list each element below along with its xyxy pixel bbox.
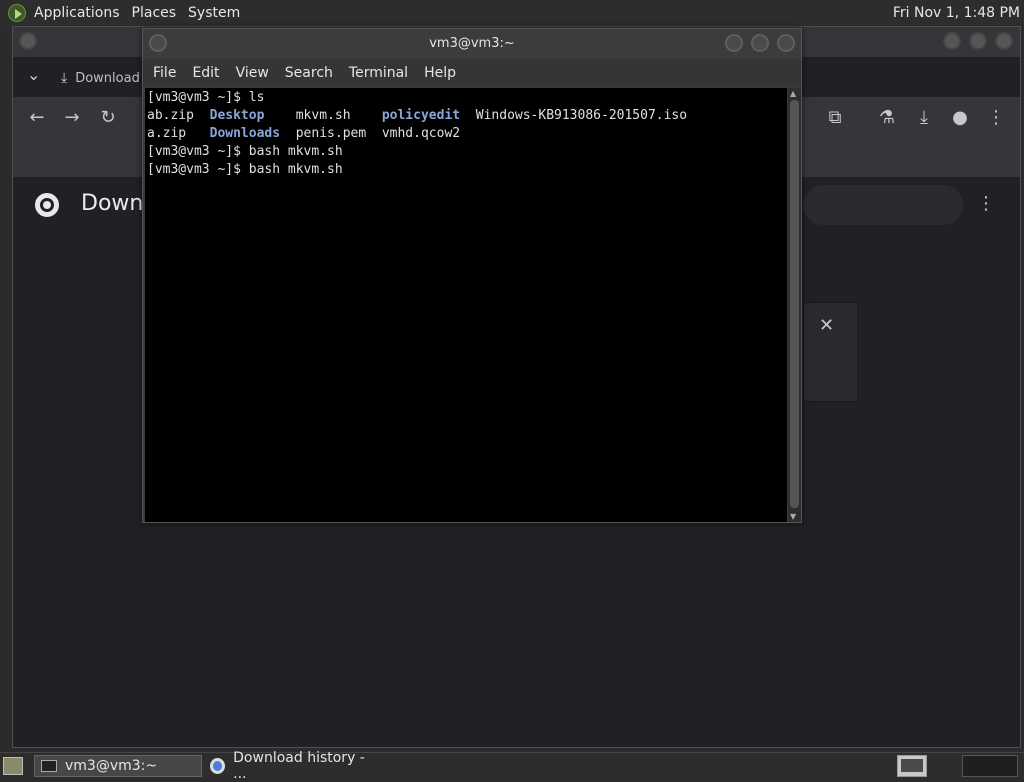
terminal-text: a.zip	[147, 126, 210, 141]
bottom-panel: vm3@vm3:~ Download history - ...	[0, 750, 1024, 782]
window-title: vm3@vm3:~	[429, 36, 515, 51]
menu-system[interactable]: System	[182, 5, 246, 21]
terminal-text: ab.zip	[147, 108, 210, 123]
terminal-scrollbar[interactable]: ▲ ▼	[788, 88, 801, 522]
browser-menu-icon[interactable]: ⋮	[984, 107, 1008, 128]
minimize-button[interactable]	[725, 34, 743, 52]
page-title: Downl	[81, 191, 150, 216]
search-downloads-input[interactable]	[803, 185, 963, 225]
tab-label: Download	[75, 70, 140, 86]
task-chrome[interactable]: Download history - ...	[204, 750, 370, 782]
chrome-logo-icon	[35, 193, 59, 217]
scroll-up-icon[interactable]: ▲	[790, 89, 796, 98]
terminal-window: vm3@vm3:~ File Edit View Search Terminal…	[142, 28, 802, 523]
menu-view[interactable]: View	[230, 65, 279, 81]
terminal-line: ab.zip Desktop mkvm.sh policyedit Window…	[147, 107, 785, 125]
downloads-icon[interactable]: ⤓	[912, 107, 936, 128]
terminal-titlebar[interactable]: vm3@vm3:~	[143, 29, 801, 59]
tab-download-history[interactable]: ⤓ Download	[61, 63, 140, 93]
terminal-icon	[41, 760, 57, 772]
task-terminal[interactable]: vm3@vm3:~	[34, 755, 202, 777]
directory-name: Desktop	[209, 108, 265, 123]
terminal-line: [vm3@vm3 ~]$ bash mkvm.sh	[147, 161, 785, 179]
terminal-text: penis.pem vmhd.qcow2	[280, 126, 461, 141]
terminal-text: mkvm.sh	[264, 108, 382, 123]
profile-icon[interactable]: ●	[948, 107, 972, 128]
show-desktop-icon[interactable]	[3, 757, 23, 775]
task-label: vm3@vm3:~	[65, 758, 158, 774]
distro-logo-icon[interactable]	[8, 3, 26, 22]
terminal-line: [vm3@vm3 ~]$ ls	[147, 89, 785, 107]
tab-search-chevron-icon[interactable]: ⌄	[27, 65, 40, 84]
directory-name: Downloads	[209, 126, 281, 141]
menu-applications[interactable]: Applications	[28, 5, 126, 21]
download-icon: ⤓	[61, 70, 68, 86]
terminal-text: [vm3@vm3 ~]$ bash mkvm.sh	[147, 162, 343, 177]
directory-name: policyedit	[381, 108, 461, 123]
terminal-menubar: File Edit View Search Terminal Help	[143, 59, 801, 87]
terminal-line: [vm3@vm3 ~]$ bash mkvm.sh	[147, 143, 785, 161]
menu-edit[interactable]: Edit	[186, 65, 229, 81]
maximize-button[interactable]	[969, 32, 987, 50]
menu-search[interactable]: Search	[279, 65, 343, 81]
workspace-switcher-icon[interactable]	[897, 755, 927, 777]
menu-help[interactable]: Help	[418, 65, 466, 81]
forward-icon[interactable]: →	[60, 107, 84, 128]
terminal-text: Windows-KB913086-201507.iso	[460, 108, 688, 123]
scroll-down-icon[interactable]: ▼	[790, 512, 796, 521]
terminal-output[interactable]: [vm3@vm3 ~]$ ls ab.zip Desktop mkvm.sh po…	[145, 88, 787, 522]
labs-icon[interactable]: ⚗	[875, 107, 899, 128]
panel-menu: Applications Places System	[28, 0, 246, 25]
terminal-text: [vm3@vm3 ~]$ bash mkvm.sh	[147, 144, 343, 159]
top-panel: Applications Places System Fri Nov 1, 1:…	[0, 0, 1024, 25]
back-icon[interactable]: ←	[25, 107, 49, 128]
menu-terminal[interactable]: Terminal	[343, 65, 418, 81]
panel-clock[interactable]: Fri Nov 1, 1:48 PM	[893, 5, 1024, 21]
terminal-text: [vm3@vm3 ~]$ ls	[147, 90, 265, 105]
extensions-icon[interactable]: ⧉	[823, 107, 847, 128]
workspace-box[interactable]	[962, 755, 1018, 777]
downloads-menu-icon[interactable]: ⋮	[977, 193, 995, 214]
reload-icon[interactable]: ↻	[96, 107, 120, 128]
menu-places[interactable]: Places	[126, 5, 183, 21]
close-button[interactable]	[777, 34, 795, 52]
scrollbar-thumb[interactable]	[790, 100, 799, 508]
maximize-button[interactable]	[751, 34, 769, 52]
close-button[interactable]	[995, 32, 1013, 50]
task-label: Download history - ...	[233, 750, 365, 782]
minimize-button[interactable]	[943, 32, 961, 50]
chrome-icon	[210, 758, 226, 774]
menu-file[interactable]: File	[147, 65, 186, 81]
terminal-line: a.zip Downloads penis.pem vmhd.qcow2	[147, 125, 785, 143]
window-menu-button[interactable]	[19, 32, 37, 50]
remove-download-icon[interactable]: ✕	[819, 315, 834, 336]
